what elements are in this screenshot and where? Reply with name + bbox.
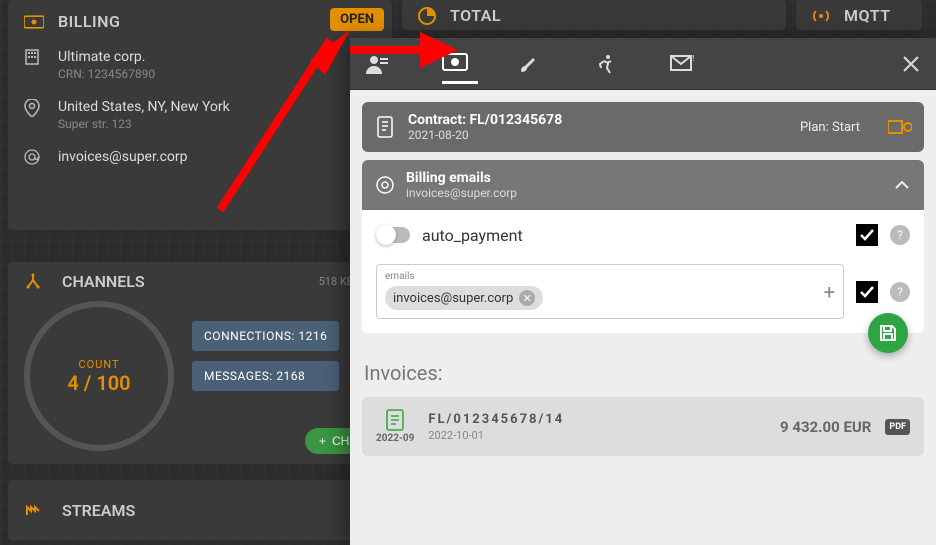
- billing-detail-panel: ! Contract: FL/012345678 2021-08-20 Plan…: [350, 38, 936, 545]
- building-icon: [24, 49, 42, 65]
- add-email-button[interactable]: +: [824, 280, 835, 304]
- emails-checkbox[interactable]: [856, 281, 878, 303]
- channels-donut: COUNT 4 / 100: [24, 301, 174, 451]
- billing-email: invoices@super.corp: [58, 149, 188, 165]
- auto-payment-label: auto_payment: [422, 226, 523, 245]
- total-card: TOTAL: [402, 0, 786, 30]
- total-title: TOTAL: [450, 6, 501, 25]
- emails-input[interactable]: emails invoices@super.corp ✕ +: [376, 264, 844, 319]
- billing-emails-settings: auto_payment ? emails invoices@super.cor…: [362, 210, 924, 333]
- billing-icon: [24, 14, 44, 30]
- address: United States, NY, New York: [58, 99, 230, 115]
- invoice-number: FL/012345678/14: [428, 412, 564, 427]
- invoice-month: 2022-09: [376, 433, 414, 444]
- invoice-amount: 9 432.00 EUR: [780, 418, 871, 436]
- auto-payment-checkbox[interactable]: [856, 224, 878, 246]
- streams-icon: [24, 501, 42, 520]
- invoice-icon: [385, 409, 405, 431]
- donut-value: 4 / 100: [67, 371, 130, 395]
- streams-card: STREAMS 0 B: [8, 480, 392, 540]
- contract-date: 2021-08-20: [408, 128, 562, 142]
- billing-emails-title: Billing emails: [406, 170, 517, 186]
- remove-email-icon[interactable]: ✕: [519, 290, 535, 306]
- channels-size: 518 KB: [319, 275, 354, 288]
- streams-title: STREAMS: [62, 501, 135, 520]
- mqtt-card: MQTT: [796, 0, 922, 30]
- channels-icon: [24, 273, 42, 291]
- plus-icon: +: [319, 434, 326, 448]
- contract-plan: Plan: Start: [800, 120, 860, 135]
- chevron-up-icon: [894, 180, 910, 190]
- at-icon: [376, 176, 394, 194]
- broadcast-icon: [812, 8, 830, 24]
- connections-chip[interactable]: CONNECTIONS: 1216: [192, 321, 339, 351]
- tab-mail[interactable]: !: [670, 45, 706, 83]
- email-chip-text: invoices@super.corp: [393, 291, 513, 306]
- mqtt-title: MQTT: [844, 6, 891, 25]
- contract-icon: [376, 116, 396, 138]
- billing-card: BILLING OPEN Ultimate corp. CRN: 1234567…: [8, 0, 392, 230]
- help-icon[interactable]: ?: [890, 282, 910, 302]
- invoices-title: Invoices:: [364, 361, 922, 385]
- messages-chip[interactable]: MESSAGES: 2168: [192, 361, 339, 391]
- at-icon: [24, 149, 42, 165]
- channels-title: CHANNELS: [62, 272, 145, 291]
- invoice-pdf-button[interactable]: PDF: [885, 419, 910, 435]
- tab-brush[interactable]: [518, 44, 554, 84]
- billing-emails-bar[interactable]: Billing emails invoices@super.corp: [362, 160, 924, 210]
- channels-card: CHANNELS 518 KB 60 COUNT 4 / 100 CONNECT…: [8, 262, 392, 464]
- emails-input-label: emails: [385, 271, 835, 282]
- location-icon: [24, 99, 42, 117]
- address-sub: Super str. 123: [58, 117, 230, 131]
- pie-icon: [418, 7, 436, 25]
- tab-profile[interactable]: [366, 44, 402, 84]
- help-icon[interactable]: ?: [890, 225, 910, 245]
- auto-payment-toggle[interactable]: [376, 227, 410, 243]
- tab-billing[interactable]: [442, 43, 478, 84]
- company-name: Ultimate corp.: [58, 49, 155, 65]
- panel-tabs: !: [350, 38, 936, 90]
- donut-label: COUNT: [78, 358, 119, 371]
- close-panel-button[interactable]: [902, 55, 920, 73]
- open-badge[interactable]: OPEN: [330, 8, 384, 31]
- contract-bar[interactable]: Contract: FL/012345678 2021-08-20 Plan: …: [362, 102, 924, 152]
- billing-title: BILLING: [58, 12, 120, 31]
- billing-emails-sub: invoices@super.corp: [406, 186, 517, 200]
- email-chip[interactable]: invoices@super.corp ✕: [385, 286, 543, 310]
- company-crn: CRN: 1234567890: [58, 67, 155, 81]
- contract-label: Contract: FL/012345678: [408, 112, 562, 128]
- tab-run[interactable]: [594, 43, 630, 85]
- svg-text:!: !: [692, 55, 694, 64]
- save-button[interactable]: [868, 313, 908, 353]
- invoice-date: 2022-10-01: [428, 429, 564, 442]
- invoice-row[interactable]: 2022-09 FL/012345678/14 2022-10-01 9 432…: [362, 397, 924, 456]
- contract-end-icon: [888, 118, 912, 136]
